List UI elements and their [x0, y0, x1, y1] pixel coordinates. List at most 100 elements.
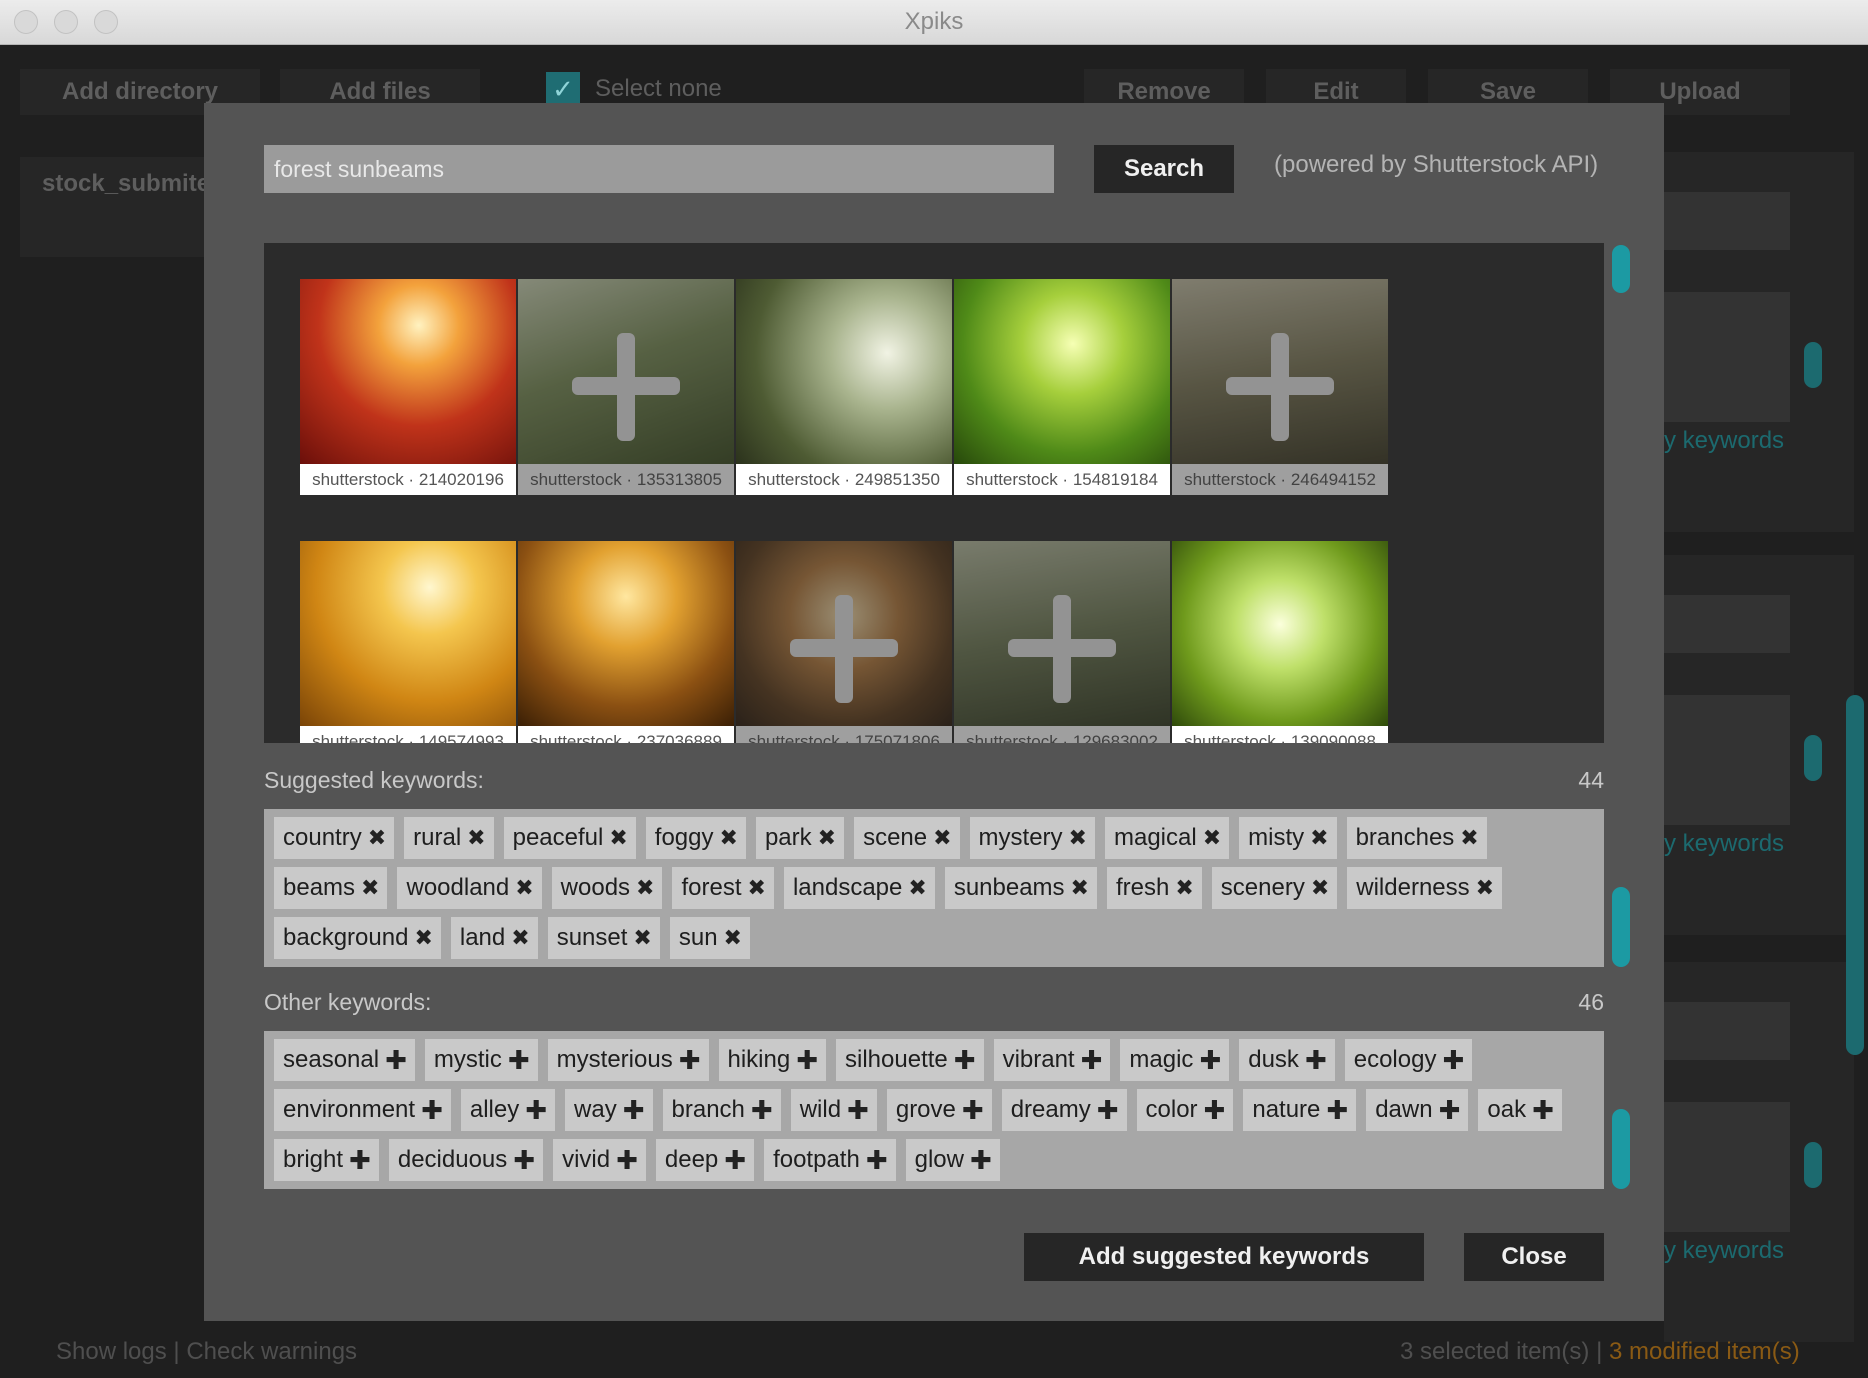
select-checkbox[interactable]: ✓	[546, 72, 580, 106]
remove-keyword-icon[interactable]: ✖	[720, 817, 738, 859]
remove-keyword-icon[interactable]: ✖	[1203, 817, 1221, 859]
other-keyword-tag[interactable]: dusk ✚	[1239, 1039, 1335, 1081]
remove-keyword-icon[interactable]: ✖	[1069, 817, 1087, 859]
suggested-keyword-tag[interactable]: sunset ✖	[547, 917, 660, 959]
directory-item[interactable]: stock_submite	[42, 170, 210, 198]
other-keyword-tag[interactable]: bright ✚	[274, 1139, 379, 1181]
search-result-image[interactable]: shutterstock · 249851350	[736, 279, 952, 495]
remove-keyword-icon[interactable]: ✖	[1460, 817, 1478, 859]
suggested-keyword-tag[interactable]: scenery ✖	[1211, 867, 1338, 909]
add-keyword-icon[interactable]: ✚	[1305, 1039, 1327, 1081]
add-keyword-icon[interactable]: ✚	[616, 1139, 638, 1181]
artwork-scrollbar[interactable]	[1804, 342, 1822, 388]
add-keyword-icon[interactable]: ✚	[679, 1039, 701, 1081]
add-keyword-icon[interactable]: ✚	[954, 1039, 976, 1081]
other-keyword-tag[interactable]: environment ✚	[274, 1089, 451, 1131]
add-keyword-icon[interactable]: ✚	[970, 1139, 992, 1181]
other-keyword-tag[interactable]: nature ✚	[1243, 1089, 1357, 1131]
suggested-keyword-tag[interactable]: misty ✖	[1239, 817, 1337, 859]
suggested-keyword-tag[interactable]: woods ✖	[551, 867, 663, 909]
other-keyword-tag[interactable]: vibrant ✚	[993, 1039, 1111, 1081]
search-result-image[interactable]: shutterstock · 139090088	[1172, 541, 1388, 743]
other-keyword-tag[interactable]: way ✚	[565, 1089, 653, 1131]
add-keyword-icon[interactable]: ✚	[1326, 1089, 1348, 1131]
remove-keyword-icon[interactable]: ✖	[414, 917, 432, 959]
suggested-keyword-tag[interactable]: country ✖	[274, 817, 395, 859]
suggested-keyword-tag[interactable]: mystery ✖	[969, 817, 1095, 859]
show-logs-link[interactable]: Show logs	[56, 1338, 167, 1365]
search-result-image[interactable]: shutterstock · 135313805	[518, 279, 734, 495]
suggested-keyword-tag[interactable]: peaceful ✖	[503, 817, 636, 859]
suggested-keyword-tag[interactable]: branches ✖	[1346, 817, 1487, 859]
other-keyword-tag[interactable]: dreamy ✚	[1001, 1089, 1127, 1131]
remove-keyword-icon[interactable]: ✖	[748, 867, 766, 909]
remove-keyword-icon[interactable]: ✖	[467, 817, 485, 859]
remove-keyword-icon[interactable]: ✖	[368, 817, 386, 859]
other-keyword-tag[interactable]: mysterious ✚	[547, 1039, 709, 1081]
remove-keyword-icon[interactable]: ✖	[1311, 867, 1329, 909]
suggested-keyword-tag[interactable]: woodland ✖	[397, 867, 542, 909]
remove-keyword-icon[interactable]: ✖	[908, 867, 926, 909]
other-keyword-tag[interactable]: oak ✚	[1478, 1089, 1562, 1131]
search-result-image[interactable]: shutterstock · 214020196	[300, 279, 516, 495]
remove-keyword-icon[interactable]: ✖	[1071, 867, 1089, 909]
other-keyword-tag[interactable]: vivid ✚	[553, 1139, 646, 1181]
add-keyword-icon[interactable]: ✚	[796, 1039, 818, 1081]
remove-keyword-icon[interactable]: ✖	[636, 867, 654, 909]
suggested-keyword-tag[interactable]: scene ✖	[854, 817, 960, 859]
suggested-keyword-tag[interactable]: fresh ✖	[1106, 867, 1202, 909]
search-result-image[interactable]: shutterstock · 149574993	[300, 541, 516, 743]
suggested-keyword-tag[interactable]: land ✖	[450, 917, 538, 959]
remove-keyword-icon[interactable]: ✖	[933, 817, 951, 859]
remove-keyword-icon[interactable]: ✖	[818, 817, 836, 859]
remove-keyword-icon[interactable]: ✖	[1310, 817, 1328, 859]
suggested-keyword-tag[interactable]: sun ✖	[669, 917, 750, 959]
remove-keyword-icon[interactable]: ✖	[361, 867, 379, 909]
add-keyword-icon[interactable]: ✚	[1532, 1089, 1554, 1131]
add-keyword-icon[interactable]: ✚	[525, 1089, 547, 1131]
search-result-image[interactable]: shutterstock · 246494152	[1172, 279, 1388, 495]
add-keyword-icon[interactable]: ✚	[962, 1089, 984, 1131]
add-keyword-icon[interactable]: ✚	[724, 1139, 746, 1181]
remove-keyword-icon[interactable]: ✖	[511, 917, 529, 959]
add-keyword-icon[interactable]: ✚	[623, 1089, 645, 1131]
remove-keyword-icon[interactable]: ✖	[1175, 867, 1193, 909]
artwork-scrollbar[interactable]	[1804, 735, 1822, 781]
copy-keywords-link[interactable]: y keywords	[1664, 427, 1784, 455]
remove-keyword-icon[interactable]: ✖	[724, 917, 742, 959]
other-keyword-tag[interactable]: wild ✚	[790, 1089, 877, 1131]
main-scrollbar[interactable]	[1846, 695, 1864, 1055]
remove-keyword-icon[interactable]: ✖	[515, 867, 533, 909]
suggested-keyword-tag[interactable]: beams ✖	[274, 867, 388, 909]
add-keyword-icon[interactable]: ✚	[1081, 1039, 1103, 1081]
suggested-keyword-tag[interactable]: sunbeams ✖	[944, 867, 1097, 909]
suggested-keyword-tag[interactable]: park ✖	[755, 817, 845, 859]
suggested-keyword-tag[interactable]: rural ✖	[404, 817, 494, 859]
add-suggested-keywords-button[interactable]: Add suggested keywords	[1024, 1233, 1424, 1281]
copy-keywords-link[interactable]: y keywords	[1664, 1237, 1784, 1265]
remove-keyword-icon[interactable]: ✖	[609, 817, 627, 859]
search-result-image[interactable]: shutterstock · 154819184	[954, 279, 1170, 495]
suggested-keyword-tag[interactable]: forest ✖	[672, 867, 774, 909]
search-result-image[interactable]: shutterstock · 129683002	[954, 541, 1170, 743]
add-keyword-icon[interactable]: ✚	[1097, 1089, 1119, 1131]
close-button[interactable]: Close	[1464, 1233, 1604, 1281]
other-keyword-tag[interactable]: grove ✚	[886, 1089, 992, 1131]
suggested-keyword-tag[interactable]: wilderness ✖	[1347, 867, 1503, 909]
other-keyword-tag[interactable]: hiking ✚	[718, 1039, 827, 1081]
other-keyword-tag[interactable]: ecology ✚	[1344, 1039, 1473, 1081]
add-keyword-icon[interactable]: ✚	[751, 1089, 773, 1131]
other-keyword-tag[interactable]: deciduous ✚	[388, 1139, 544, 1181]
search-result-image[interactable]: shutterstock · 237036889	[518, 541, 734, 743]
add-keyword-icon[interactable]: ✚	[349, 1139, 371, 1181]
other-keyword-tag[interactable]: footpath ✚	[764, 1139, 896, 1181]
gallery-scrollbar[interactable]	[1612, 245, 1630, 293]
add-keyword-icon[interactable]: ✚	[847, 1089, 869, 1131]
other-keyword-tag[interactable]: branch ✚	[662, 1089, 781, 1131]
modified-count[interactable]: 3 modified item(s)	[1609, 1338, 1800, 1365]
suggested-keyword-tag[interactable]: landscape ✖	[783, 867, 935, 909]
other-keyword-tag[interactable]: mystic ✚	[424, 1039, 538, 1081]
remove-keyword-icon[interactable]: ✖	[1476, 867, 1494, 909]
add-keyword-icon[interactable]: ✚	[1442, 1039, 1464, 1081]
add-keyword-icon[interactable]: ✚	[866, 1139, 888, 1181]
